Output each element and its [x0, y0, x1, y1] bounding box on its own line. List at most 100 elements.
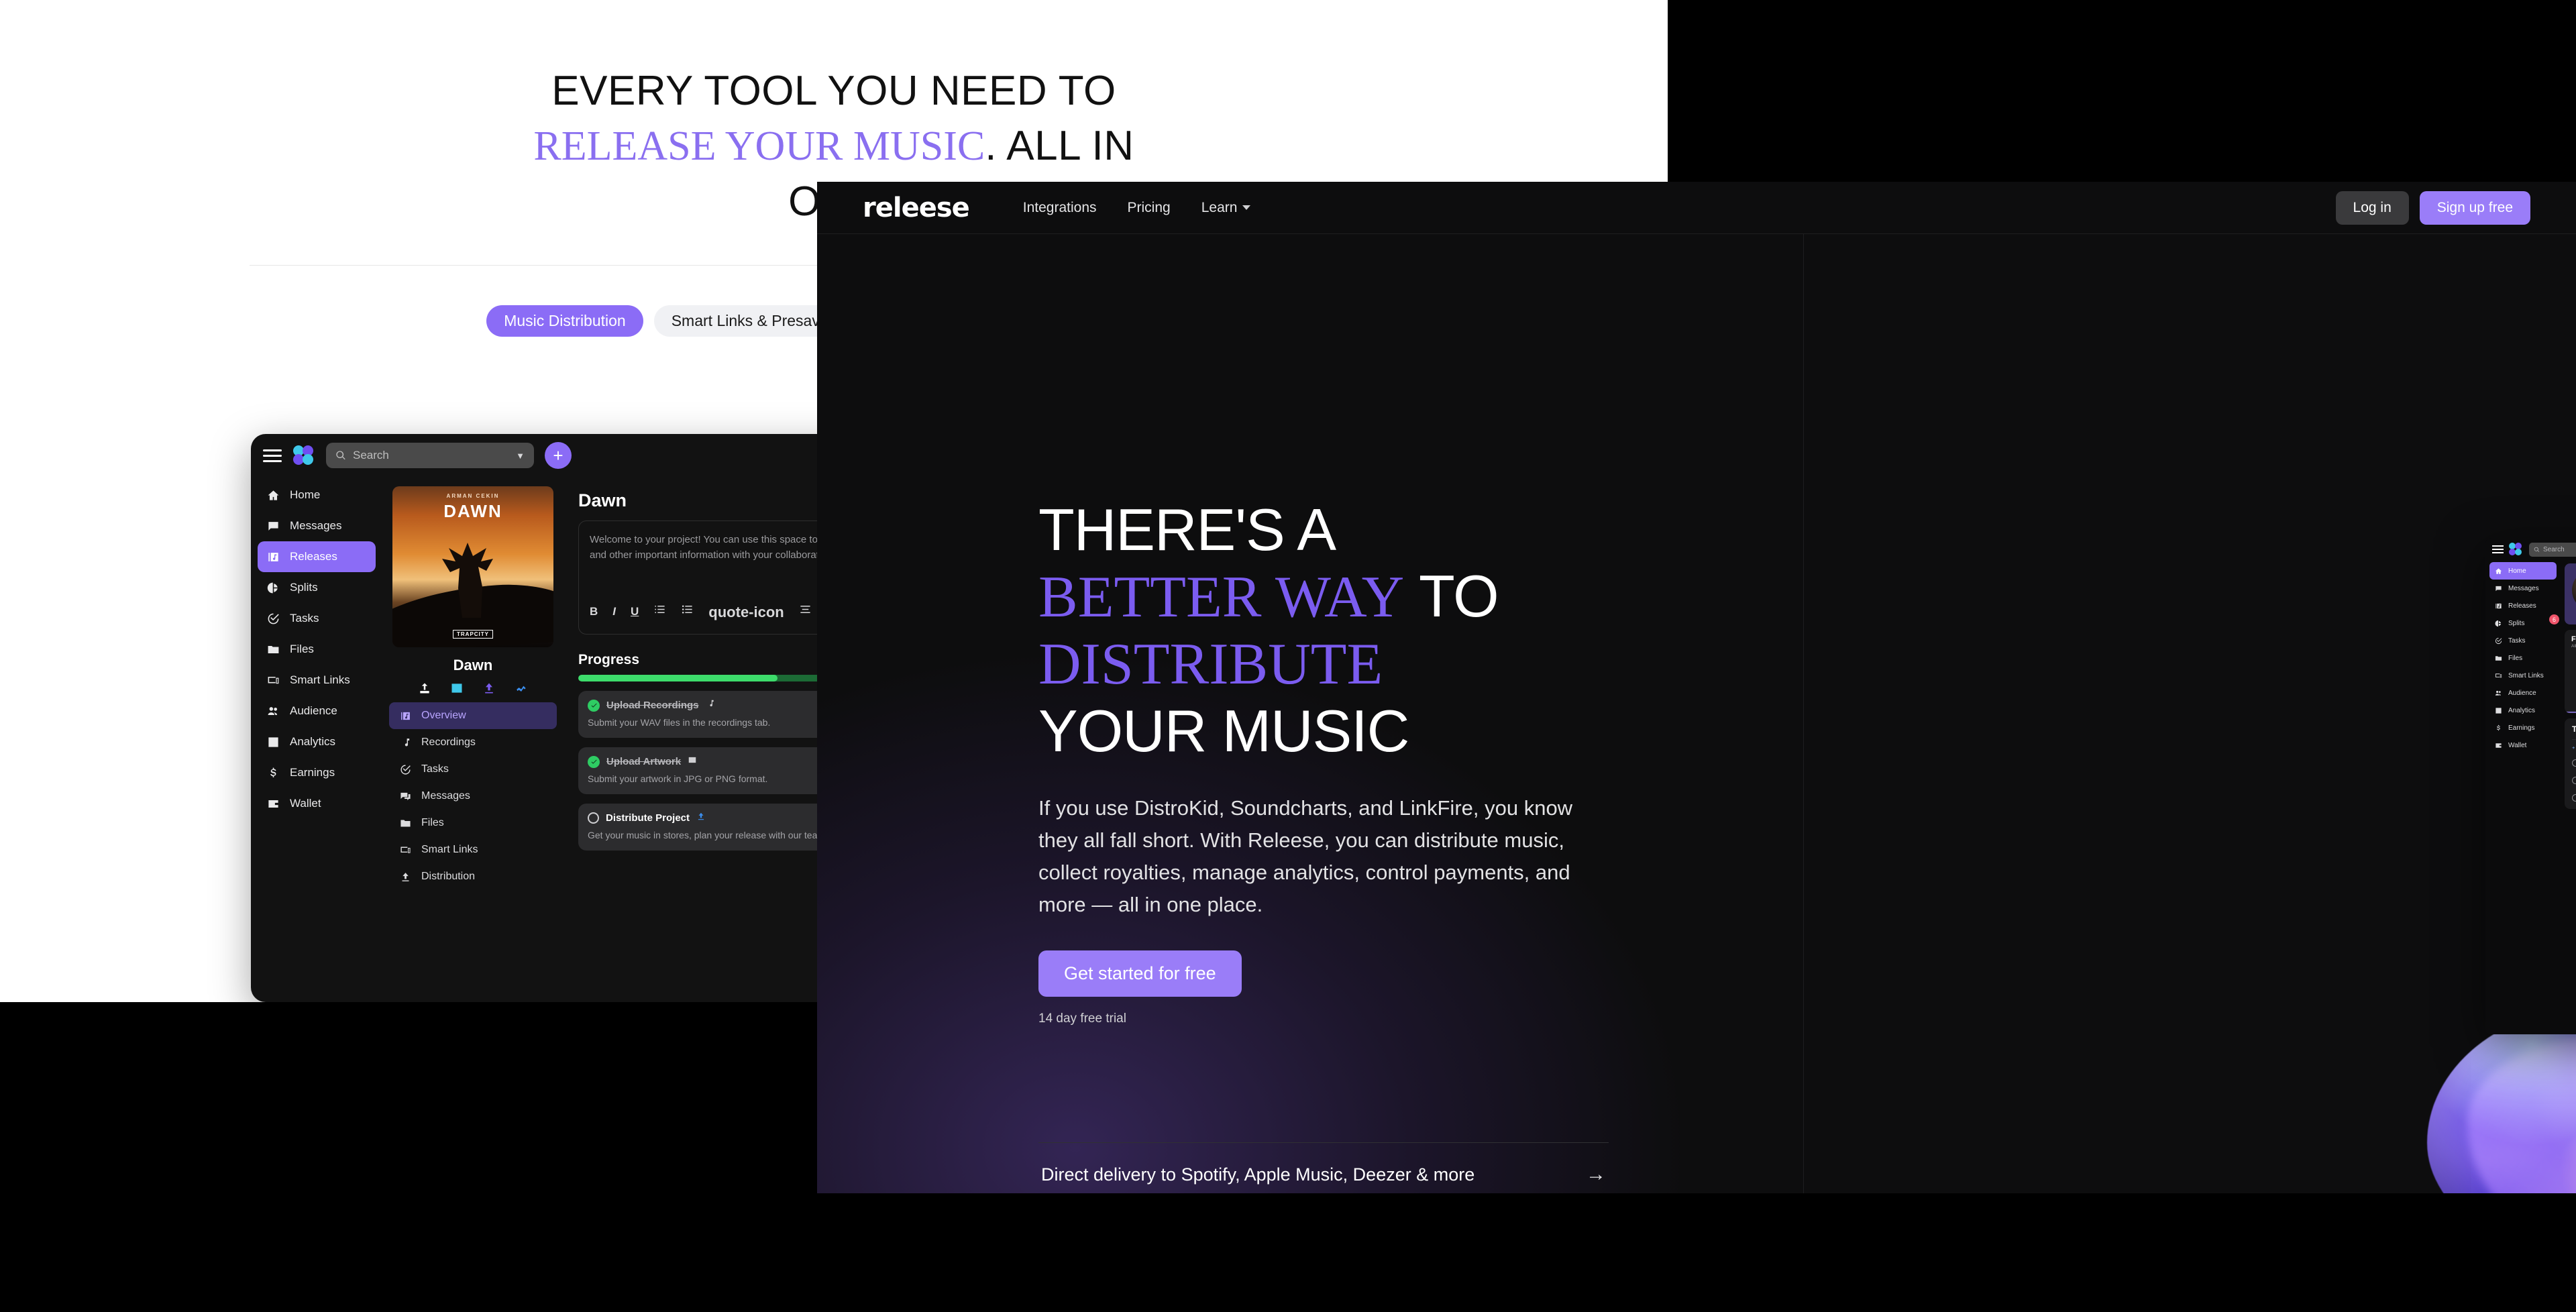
sidebar-item-audience[interactable]: Audience: [2489, 684, 2557, 702]
folder-icon: [2494, 654, 2503, 663]
project-tab-messages[interactable]: Messages: [389, 783, 557, 810]
splits-badge: 6: [2549, 614, 2559, 624]
empty-check-icon[interactable]: [2572, 794, 2576, 802]
create-task-link[interactable]: + Create a task: [2572, 745, 2576, 751]
dollar-icon: [2494, 724, 2503, 732]
search-input[interactable]: Search: [2529, 542, 2576, 557]
table-row[interactable]: Create Release Contract My Next Release …: [2572, 775, 2576, 785]
project-tab-files[interactable]: Files: [389, 810, 557, 836]
sidebar-item-label: Splits: [2508, 619, 2525, 627]
sidebar-item-tasks[interactable]: Tasks: [2489, 632, 2557, 649]
sidebar-item-earnings[interactable]: Earnings: [258, 757, 376, 788]
trial-note: 14 day free trial: [1038, 1012, 1126, 1026]
search-input[interactable]: Search ▼: [326, 443, 534, 468]
sidebar-item-wallet[interactable]: Wallet: [2489, 736, 2557, 754]
sidebar-item-splits[interactable]: Splits 6: [2489, 614, 2559, 632]
sidebar-item-home[interactable]: Home: [2489, 562, 2557, 580]
empty-check-icon[interactable]: [2572, 759, 2576, 767]
message-icon: [398, 789, 412, 803]
sidebar-item-home[interactable]: Home: [258, 480, 376, 510]
dashboard-body: Home Messages Releases Splits 6 Tasks Fi…: [2485, 561, 2576, 1034]
project-tab-label: Distribution: [421, 871, 476, 882]
distribute-icon[interactable]: [482, 681, 496, 696]
project-tab-label: Files: [421, 817, 444, 828]
wallet-icon: [266, 796, 280, 811]
add-button[interactable]: +: [545, 442, 572, 469]
sidebar-item-smart-links[interactable]: Smart Links: [2489, 667, 2557, 684]
signup-button[interactable]: Sign up free: [2419, 190, 2530, 225]
project-tab-recordings[interactable]: Recordings: [389, 729, 557, 756]
project-tab-smart-links[interactable]: Smart Links: [389, 836, 557, 863]
releese-logo[interactable]: releese: [863, 193, 970, 223]
sidebar-item-files[interactable]: Files: [258, 634, 376, 665]
pie-icon: [2494, 619, 2503, 628]
underline-icon[interactable]: U: [631, 603, 639, 620]
sidebar-item-analytics[interactable]: Analytics: [258, 726, 376, 757]
menu-icon[interactable]: [263, 449, 282, 462]
empty-check-icon: [588, 812, 599, 824]
nav-item-learn[interactable]: Learn: [1201, 200, 1251, 216]
sidebar-item-releases[interactable]: Releases: [258, 541, 376, 572]
note-icon: [398, 736, 412, 749]
nav-item-pricing[interactable]: Pricing: [1128, 200, 1171, 216]
vertical-divider: [1803, 234, 1804, 1193]
search-placeholder-text: Search: [2543, 545, 2565, 553]
sidebar-item-audience[interactable]: Audience: [258, 696, 376, 726]
italic-icon[interactable]: I: [612, 603, 616, 620]
align-icon[interactable]: [799, 603, 812, 621]
project-tab-label: Recordings: [421, 736, 476, 748]
sidebar-item-smart-links[interactable]: Smart Links: [258, 665, 376, 696]
nav-item-integrations[interactable]: Integrations: [1023, 200, 1097, 216]
main-nav: Integrations Pricing Learn: [1023, 200, 1251, 216]
table-row[interactable]: Invite Collaborators My Next Release Not…: [2572, 793, 2576, 803]
image-add-icon[interactable]: [449, 681, 464, 696]
distribute-icon: [696, 812, 706, 824]
sidebar-item-earnings[interactable]: Earnings: [2489, 719, 2557, 736]
people-icon: [2494, 689, 2503, 698]
sidebar-item-splits[interactable]: Splits: [258, 572, 376, 603]
sidebar-item-label: Releases: [290, 550, 337, 563]
message-icon: [266, 518, 280, 533]
sidebar-item-tasks[interactable]: Tasks: [258, 603, 376, 634]
sidebar-item-messages[interactable]: Messages: [258, 510, 376, 541]
artwork-tree-icon: [442, 543, 493, 618]
distribute-icon: [398, 870, 412, 883]
empty-check-icon[interactable]: [2572, 776, 2576, 784]
table-row[interactable]: Master song My Next Release Not started: [2572, 758, 2576, 768]
hero-artwork: [2427, 1007, 2576, 1193]
quote-icon[interactable]: quote-icon: [708, 601, 784, 624]
dashboard-topbar: Search + Arman Cekin 4 10: [2485, 538, 2576, 561]
tasks-title: Tasks: [2572, 724, 2576, 734]
check-circle-icon: [398, 763, 412, 776]
app-logo-icon: [2509, 543, 2524, 556]
tab-music-distribution[interactable]: Music Distribution: [486, 305, 643, 337]
feature-link-distribution[interactable]: Direct delivery to Spotify, Apple Music,…: [1038, 1142, 1609, 1193]
sidebar-item-analytics[interactable]: Analytics: [2489, 702, 2557, 719]
project-tab-overview[interactable]: Overview: [389, 702, 557, 729]
project-tab-distribution[interactable]: Distribution: [389, 863, 557, 890]
followers-area-chart: [2565, 711, 2576, 713]
search-icon: [336, 451, 345, 460]
share-icon[interactable]: [417, 681, 432, 696]
sidebar-item-label: Wallet: [290, 797, 321, 810]
home-icon: [266, 488, 280, 502]
project-tab-tasks[interactable]: Tasks: [389, 756, 557, 783]
hero-line-2-serif: BETTER WAY: [1038, 564, 1405, 630]
dashboard-main: Welcome back, Arman You got 21,314 new s…: [2561, 561, 2576, 1034]
get-started-button[interactable]: Get started for free: [1038, 950, 1242, 997]
login-button[interactable]: Log in: [2335, 190, 2409, 225]
sparkle-icon[interactable]: [514, 681, 529, 696]
chevron-down-icon[interactable]: ▼: [516, 451, 525, 461]
stat-card-followers[interactable]: Followers All time › 45,719: [2565, 629, 2576, 713]
numbered-list-icon[interactable]: [653, 603, 666, 621]
sidebar-item-releases[interactable]: Releases: [2489, 597, 2557, 614]
check-icon: [588, 755, 600, 768]
bold-icon[interactable]: B: [590, 603, 598, 620]
image-icon: [688, 755, 697, 768]
bullet-list-icon[interactable]: [681, 603, 694, 621]
menu-icon[interactable]: [2492, 545, 2504, 553]
sidebar-item-label: Releases: [2508, 602, 2536, 610]
sidebar-item-wallet[interactable]: Wallet: [258, 788, 376, 819]
sidebar-item-files[interactable]: Files: [2489, 649, 2557, 667]
sidebar-item-messages[interactable]: Messages: [2489, 580, 2557, 597]
